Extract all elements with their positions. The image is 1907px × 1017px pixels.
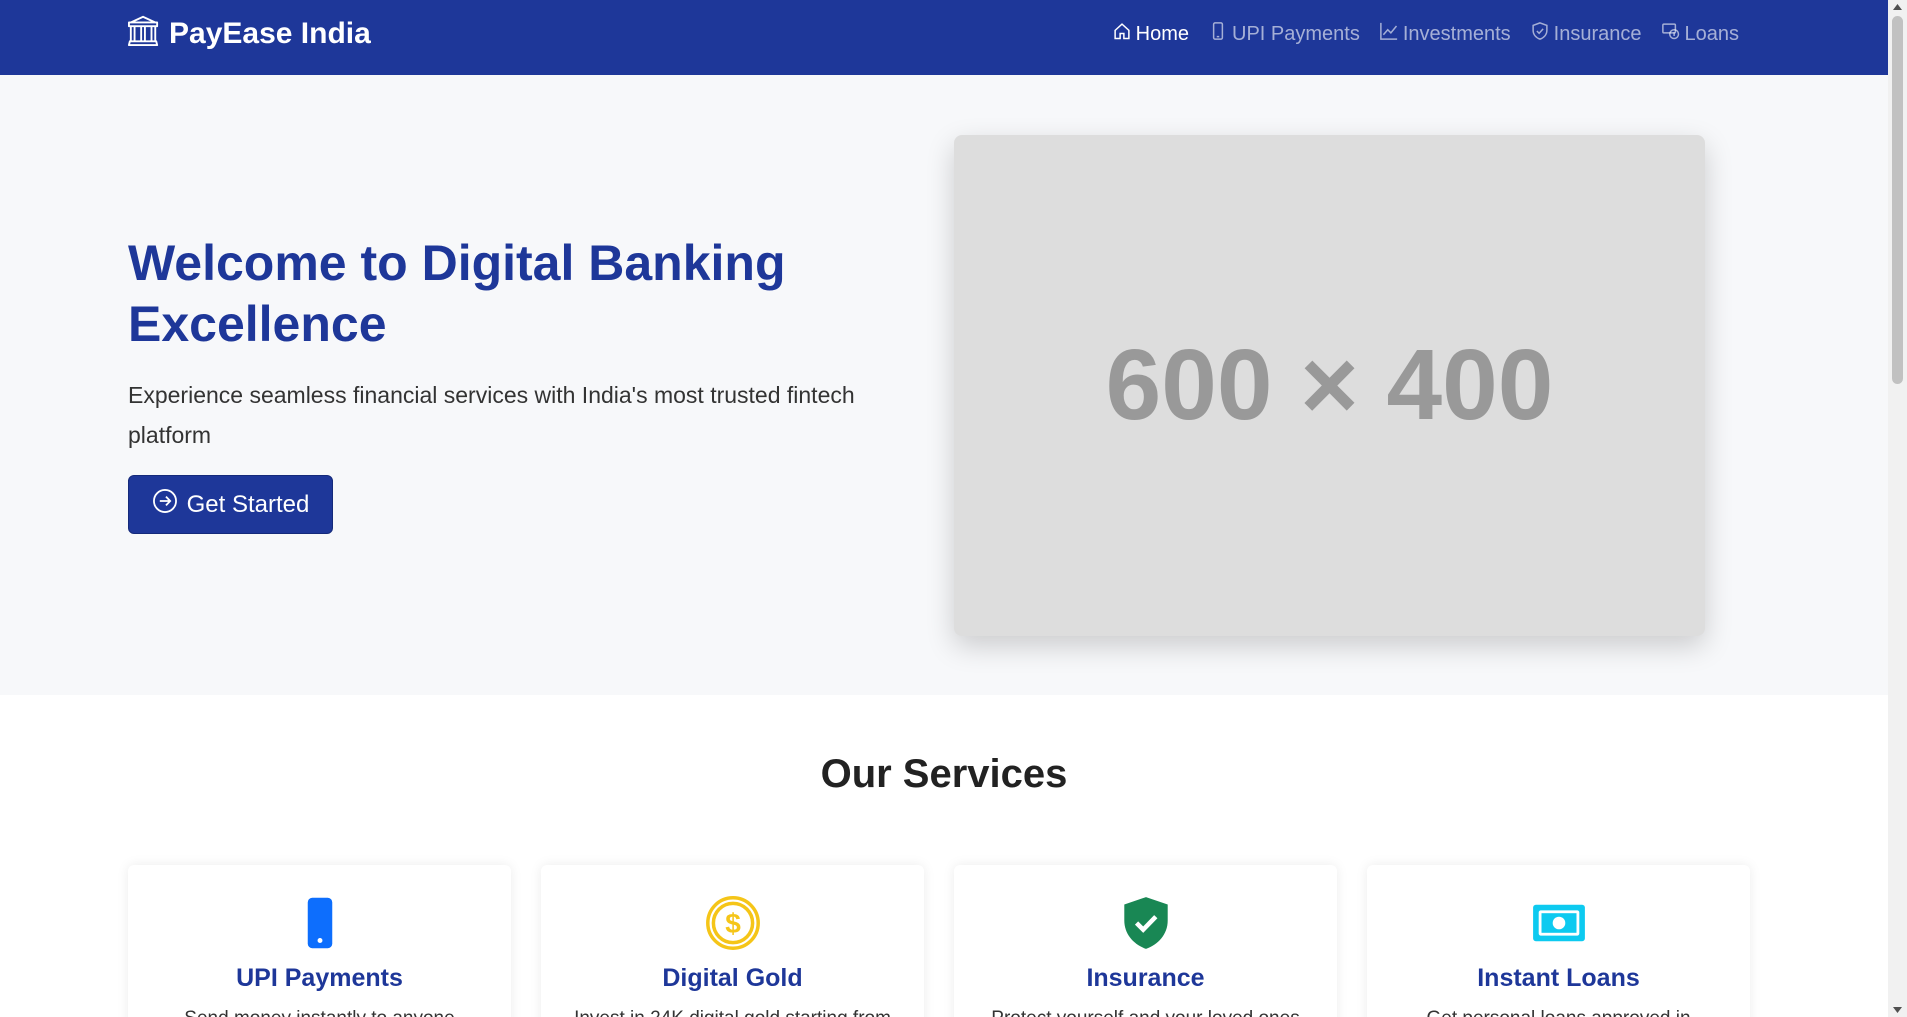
service-card-title: Instant Loans bbox=[1477, 964, 1640, 992]
scrollbar-thumb[interactable] bbox=[1892, 16, 1903, 384]
phone-fill-icon bbox=[128, 895, 511, 951]
get-started-label: Get Started bbox=[186, 490, 310, 518]
cash-coin-icon bbox=[1661, 21, 1685, 47]
service-card-insurance[interactable]: Insurance Protect yourself and your love… bbox=[954, 865, 1337, 1017]
brand-name: PayEase India bbox=[169, 17, 371, 50]
main-nav: Home UPI Payments Investments Insurance … bbox=[1093, 20, 1739, 48]
brand-link[interactable]: PayEase India bbox=[128, 14, 371, 54]
hero-image-placeholder-text: 600 × 400 bbox=[1105, 329, 1554, 441]
service-card-instant-loans[interactable]: Instant Loans Get personal loans approve… bbox=[1367, 865, 1750, 1017]
service-card-text: Send money instantly to anyone bbox=[148, 1005, 491, 1017]
navbar: PayEase India Home UPI Payments Investme… bbox=[0, 0, 1888, 75]
nav-home-label: Home bbox=[1135, 22, 1189, 45]
arrow-right-circle-icon bbox=[152, 488, 187, 521]
cash-icon bbox=[1367, 895, 1750, 951]
shield-check-icon bbox=[954, 895, 1337, 951]
svg-text:$: $ bbox=[725, 908, 741, 939]
service-card-text: Protect yourself and your loved ones bbox=[974, 1005, 1317, 1017]
coin-icon: $ bbox=[541, 895, 924, 951]
nav-investments-label: Investments bbox=[1402, 22, 1511, 45]
nav-upi-label: UPI Payments bbox=[1232, 22, 1360, 45]
service-card-title: Digital Gold bbox=[662, 964, 803, 992]
hero-subtitle: Experience seamless financial services w… bbox=[128, 382, 855, 448]
bank-icon bbox=[128, 14, 169, 54]
hero-image-placeholder: 600 × 400 bbox=[954, 135, 1705, 636]
page-scrollbar[interactable] bbox=[1888, 0, 1907, 1017]
service-card-title: UPI Payments bbox=[236, 964, 403, 992]
service-card-title: Insurance bbox=[1086, 964, 1205, 992]
service-card-text: Invest in 24K digital gold starting from bbox=[561, 1005, 904, 1017]
nav-loans-label: Loans bbox=[1684, 22, 1740, 45]
graph-icon bbox=[1379, 21, 1403, 47]
home-icon bbox=[1112, 21, 1136, 47]
scroll-up-arrow-icon[interactable] bbox=[1888, 0, 1907, 14]
nav-insurance[interactable]: Insurance bbox=[1530, 20, 1642, 48]
nav-loans[interactable]: Loans bbox=[1661, 20, 1740, 48]
get-started-button[interactable]: Get Started bbox=[128, 475, 333, 534]
shield-icon bbox=[1530, 21, 1554, 47]
nav-insurance-label: Insurance bbox=[1553, 22, 1642, 45]
hero-section: Welcome to Digital Banking Excellence Ex… bbox=[0, 75, 1888, 695]
hero-title: Welcome to Digital Banking Excellence bbox=[128, 235, 786, 352]
service-card-upi[interactable]: UPI Payments Send money instantly to any… bbox=[128, 865, 511, 1017]
nav-investments[interactable]: Investments bbox=[1379, 20, 1511, 48]
service-card-text: Get personal loans approved in bbox=[1387, 1005, 1730, 1017]
scroll-down-arrow-icon[interactable] bbox=[1888, 1003, 1907, 1017]
nav-home[interactable]: Home bbox=[1112, 20, 1189, 48]
nav-upi-payments[interactable]: UPI Payments bbox=[1208, 20, 1360, 48]
phone-icon bbox=[1208, 21, 1232, 47]
service-card-digital-gold[interactable]: $ Digital Gold Invest in 24K digital gol… bbox=[541, 865, 924, 1017]
services-title: Our Services bbox=[820, 752, 1068, 796]
